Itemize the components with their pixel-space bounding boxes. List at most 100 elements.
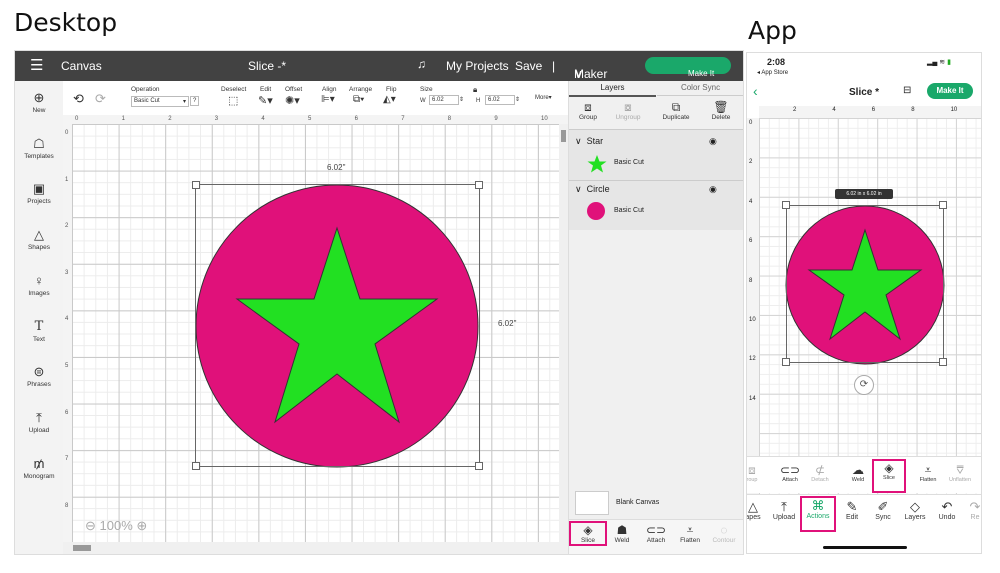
- save-button[interactable]: Save: [515, 59, 542, 73]
- align-icon[interactable]: ⊫▾: [321, 94, 335, 105]
- layer-header-star[interactable]: ∨ Star: [575, 136, 603, 147]
- resize-handle-tr[interactable]: [475, 181, 483, 189]
- pen-icon[interactable]: ✎▾: [258, 94, 273, 107]
- zoom-out-icon[interactable]: ⊖: [85, 518, 96, 533]
- app-tool-label: Unflatten: [948, 477, 971, 483]
- back-to-app-store[interactable]: ◂ App Store: [757, 69, 788, 76]
- app-handle-bl[interactable]: [782, 358, 790, 366]
- app-detach-button[interactable]: ⊄ Detach: [805, 463, 835, 483]
- arrange-icon[interactable]: ⧉▾: [353, 94, 364, 105]
- app-ruler-tick-label: 2: [793, 107, 797, 113]
- delete-button[interactable]: 🗑︎ Delete: [704, 100, 738, 121]
- deselect-icon[interactable]: ⬚: [228, 94, 238, 107]
- app-heading: App: [748, 16, 797, 45]
- operation-help[interactable]: ?: [190, 96, 200, 106]
- group-button[interactable]: ⧈ Group: [571, 100, 605, 121]
- app-handle-tl[interactable]: [782, 201, 790, 209]
- app-flatten-button[interactable]: ⩡ Flatten: [913, 463, 943, 483]
- app-nav-layers[interactable]: ◇ Layers: [899, 499, 931, 521]
- make-it-button[interactable]: Make It: [645, 57, 731, 78]
- layer-header-circle[interactable]: ∨ Circle: [575, 184, 610, 195]
- rotate-icon[interactable]: ⟳: [854, 375, 874, 395]
- leftbar-text[interactable]: T Text: [15, 320, 63, 344]
- duplicate-button[interactable]: ⧉ Duplicate: [659, 100, 693, 121]
- ruler-tick-label: 6: [65, 409, 69, 416]
- leftbar-monogram[interactable]: ₥ Monogram: [15, 457, 63, 481]
- app-nav-actions[interactable]: ⌘ Actions: [800, 496, 836, 532]
- eye-icon[interactable]: ◉: [709, 184, 717, 195]
- horizontal-scroll-thumb[interactable]: [73, 545, 91, 551]
- blank-canvas-swatch[interactable]: [575, 491, 609, 515]
- hamburger-icon[interactable]: ☰: [30, 56, 43, 74]
- weld-button[interactable]: ☗ Weld: [605, 523, 639, 544]
- app-screenshot: 2:08 ◂ App Store ▂▄ ≋ ▮ ‹ Slice * ⊟ Make…: [746, 52, 982, 554]
- app-handle-tr[interactable]: [939, 201, 947, 209]
- left-toolbar: ⊕ New ☖ Templates ▣ Projects △ Shapes ♀ Image…: [15, 81, 64, 554]
- app-nav-sync[interactable]: ✐ Sync: [867, 499, 899, 521]
- resize-handle-bl[interactable]: [192, 462, 200, 470]
- vertical-scroll-thumb[interactable]: [561, 130, 566, 142]
- leftbar-shapes[interactable]: △ Shapes: [15, 228, 63, 252]
- leftbar-images[interactable]: ♀ Images: [15, 274, 63, 298]
- app-bottom-nav: △ apes ⤒ Upload ⌘ Actions ✎ Edit ✐ Sync ◇ Laye…: [747, 494, 981, 553]
- delete-label: Delete: [711, 114, 731, 121]
- resize-handle-br[interactable]: [475, 462, 483, 470]
- zoom-in-icon[interactable]: ⊕: [136, 518, 147, 533]
- eye-icon[interactable]: ◉: [709, 136, 717, 147]
- star-thumbnail: [587, 155, 607, 173]
- width-input[interactable]: 6.02: [429, 95, 459, 105]
- zoom-level: 100%: [99, 518, 133, 533]
- app-group-button[interactable]: ⧈ roup: [747, 463, 767, 483]
- app-handle-br[interactable]: [939, 358, 947, 366]
- tab-layers[interactable]: Layers: [569, 81, 656, 97]
- leftbar-upload[interactable]: ⤒ Upload: [15, 410, 63, 435]
- leftbar-templates[interactable]: ☖ Templates: [15, 137, 63, 161]
- contour-button[interactable]: ◌ Contour: [707, 523, 741, 544]
- leftbar-projects[interactable]: ▣ Projects: [15, 182, 63, 206]
- vertical-scrollbar[interactable]: [559, 124, 568, 542]
- app-document-title: Slice *: [849, 87, 880, 98]
- width-dimension: 6.02": [327, 163, 346, 172]
- flip-icon[interactable]: ◭▾: [383, 94, 396, 105]
- slice-button[interactable]: ◈ Slice: [569, 521, 607, 546]
- tab-color-sync[interactable]: Color Sync: [657, 81, 743, 96]
- width-stepper-icon[interactable]: ⇕: [459, 96, 464, 103]
- app-make-it-button[interactable]: Make It: [927, 83, 973, 99]
- make-it-label: Make It: [688, 69, 715, 78]
- leftbar-label: Projects: [27, 198, 51, 205]
- operation-select[interactable]: Basic Cut ▾: [131, 96, 189, 107]
- undo-icon[interactable]: ⟲: [73, 91, 84, 107]
- app-tool-label: Weld: [851, 477, 865, 483]
- leftbar-phrases[interactable]: ⊜ Phrases: [15, 365, 63, 389]
- height-stepper-icon[interactable]: ⇕: [515, 96, 520, 103]
- app-tool-label: Attach: [782, 477, 798, 483]
- height-input[interactable]: 6.02: [485, 95, 515, 105]
- leftbar-new[interactable]: ⊕ New: [15, 91, 63, 115]
- flatten-button[interactable]: ⩡ Flatten: [673, 523, 707, 544]
- offset-icon[interactable]: ✺▾: [285, 94, 300, 107]
- attach-button[interactable]: ⊂⊃ Attach: [639, 523, 673, 544]
- my-projects-link[interactable]: My Projects: [446, 59, 509, 73]
- app-nav-shapes[interactable]: △ apes: [747, 499, 769, 521]
- upload-icon: ⤒: [36, 410, 42, 425]
- app-weld-button[interactable]: ☁ Weld: [843, 463, 873, 483]
- ungroup-button[interactable]: ⧇ Ungroup: [611, 100, 645, 121]
- app-attach-button[interactable]: ⊂⊃ Attach: [775, 463, 805, 483]
- app-nav-upload[interactable]: ⤒ Upload: [768, 499, 800, 521]
- app-nav-edit[interactable]: ✎ Edit: [836, 499, 868, 521]
- app-ruler-tick-label: 4: [749, 198, 753, 205]
- app-slice-button[interactable]: ◈ Slice: [872, 459, 906, 493]
- back-chevron-icon[interactable]: ‹: [753, 83, 758, 99]
- flatten-icon: ⩡: [686, 523, 694, 537]
- ruler-tick-label: 0: [65, 130, 69, 136]
- lock-icon[interactable]: 🔒︎: [473, 85, 477, 95]
- resize-handle-tl[interactable]: [192, 181, 200, 189]
- save-icon[interactable]: ⊟: [903, 85, 911, 96]
- app-unflatten-button[interactable]: ⩢ Unflatten: [945, 463, 975, 483]
- actions-icon: ⌘: [811, 498, 825, 513]
- redo-icon[interactable]: ⟳: [95, 91, 106, 107]
- bell-icon[interactable]: ♫: [417, 57, 426, 71]
- horizontal-scrollbar[interactable]: [63, 542, 568, 554]
- more-button[interactable]: More▾: [535, 94, 552, 101]
- app-nav-redo[interactable]: ↷ Re: [959, 499, 981, 521]
